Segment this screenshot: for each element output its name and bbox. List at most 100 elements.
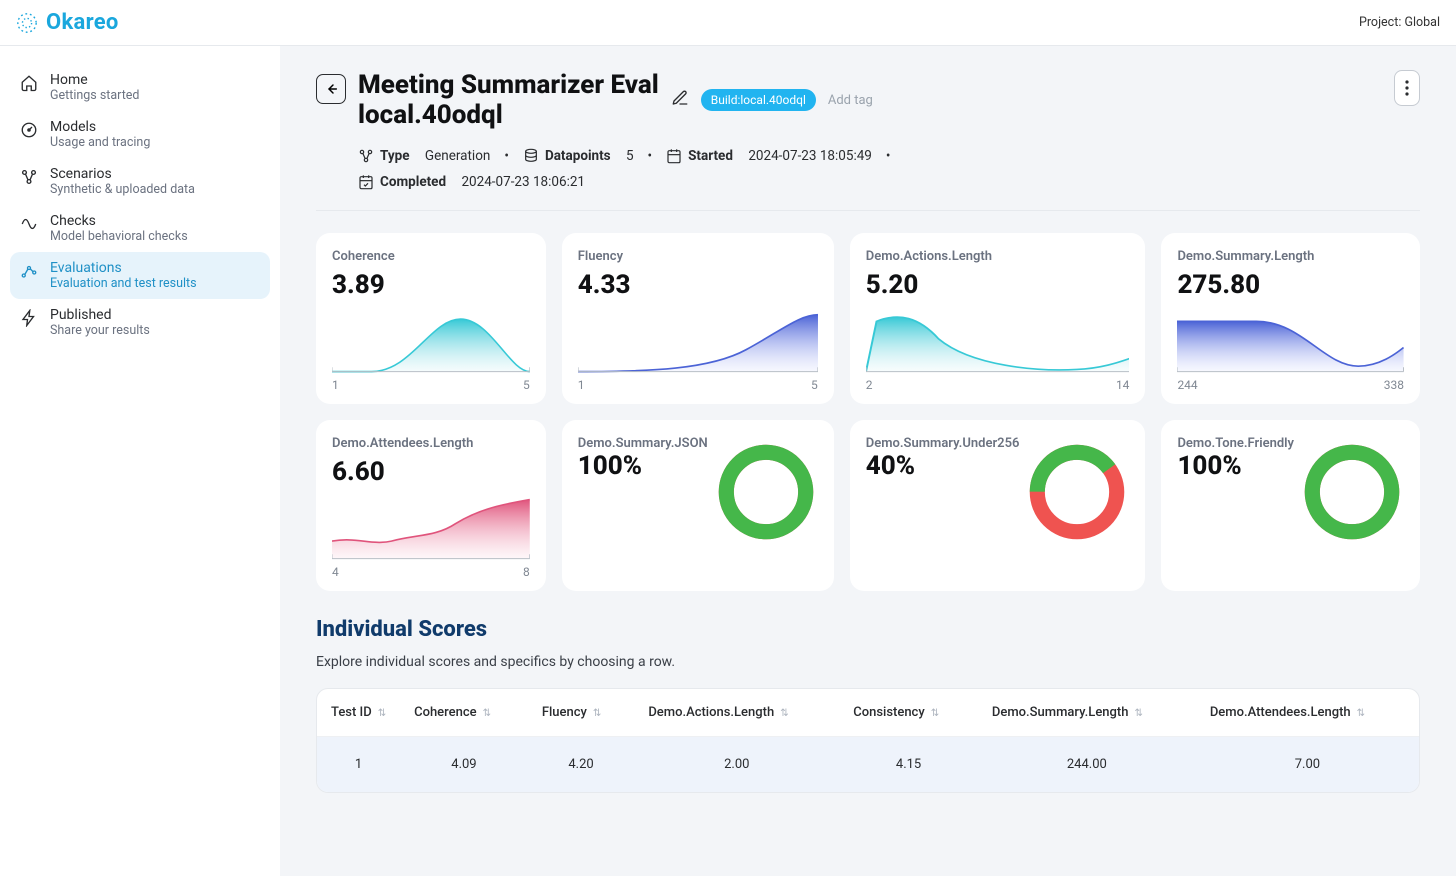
metric-card-value: 5.20 [866,270,1130,300]
column-header[interactable]: Test ID⇅ [317,689,400,737]
metric-card-actions-length[interactable]: Demo.Actions.Length 5.20 214 [850,233,1146,404]
sidebar-item-subtitle: Usage and tracing [50,135,150,150]
metric-card-attendees-length[interactable]: Demo.Attendees.Length 6.60 48 [316,420,546,591]
sort-icon: ⇅ [378,708,386,719]
metric-card-title: Demo.Tone.Friendly [1177,436,1294,451]
sort-icon: ⇅ [483,708,491,719]
table-cell: 1 [317,737,400,793]
metric-card-title: Coherence [332,249,530,264]
back-button[interactable] [316,74,346,104]
type-icon [358,148,374,164]
project-selector[interactable]: Project: Global [1359,15,1440,30]
table-cell: 4.20 [528,737,635,793]
meta-row: Type Generation • Datapoints 5 • [358,148,894,164]
page-title: Meeting Summarizer Eval local.40odql [358,70,659,130]
table-cell: 7.00 [1196,737,1419,793]
scores-table: Test ID⇅Coherence⇅Fluency⇅Demo.Actions.L… [316,688,1420,793]
brand-logo-icon [16,12,38,34]
sidebar-item-subtitle: Synthetic & uploaded data [50,182,195,197]
column-header[interactable]: Fluency⇅ [528,689,635,737]
sort-icon: ⇅ [593,708,601,719]
column-header[interactable]: Demo.Summary.Length⇅ [978,689,1196,737]
metric-card-title: Demo.Summary.Under256 [866,436,1020,451]
sidebar-item-evaluations[interactable]: EvaluationsEvaluation and test results [10,252,270,299]
add-tag-button[interactable]: Add tag [828,93,873,108]
sidebar-item-title: Checks [50,213,188,229]
sidebar-item-subtitle: Model behavioral checks [50,229,188,244]
edit-title-button[interactable] [671,89,689,111]
sidebar-item-models[interactable]: ModelsUsage and tracing [10,111,270,158]
build-tag-pill[interactable]: Build:local.40odql [701,89,816,111]
table-cell: 4.15 [839,737,978,793]
column-header[interactable]: Demo.Actions.Length⇅ [634,689,839,737]
column-header[interactable]: Consistency⇅ [839,689,978,737]
sidebar-item-checks[interactable]: ChecksModel behavioral checks [10,205,270,252]
metric-card-coherence[interactable]: Coherence 3.89 15 [316,233,546,404]
metric-card-tone-friendly[interactable]: Demo.Tone.Friendly100% [1161,420,1420,591]
metric-card-fluency[interactable]: Fluency 4.33 15 [562,233,834,404]
sort-icon: ⇅ [1357,708,1365,719]
metric-card-title: Demo.Summary.Length [1177,249,1404,264]
column-header[interactable]: Coherence⇅ [400,689,528,737]
meta-type: Type Generation [358,148,490,164]
branch-icon [20,168,38,186]
metric-card-value: 100% [578,451,708,481]
brand[interactable]: Okareo [16,10,119,35]
database-icon [523,148,539,164]
sort-icon: ⇅ [780,708,788,719]
donut-chart [1300,440,1404,548]
column-header[interactable]: Demo.Attendees.Length⇅ [1196,689,1419,737]
sidebar-item-title: Scenarios [50,166,195,182]
brand-name: Okareo [46,10,119,35]
metric-card-value: 100% [1177,451,1294,481]
sparkline-chart: 15 [332,306,530,392]
metric-card-value: 275.80 [1177,270,1404,300]
metric-card-value: 4.33 [578,270,818,300]
sidebar-item-subtitle: Share your results [50,323,150,338]
table-row[interactable]: 14.094.202.004.15244.007.00 [317,737,1419,793]
metric-card-value: 40% [866,451,1020,481]
sidebar-item-title: Home [50,72,139,88]
metric-card-value: 3.89 [332,270,530,300]
sidebar-item-title: Evaluations [50,260,197,276]
sidebar-item-subtitle: Gettings started [50,88,139,103]
sparkline-chart: 244338 [1177,306,1404,392]
graph-icon [20,262,38,280]
more-actions-button[interactable] [1394,70,1420,106]
sidebar-item-home[interactable]: HomeGettings started [10,64,270,111]
individual-scores-subtitle: Explore individual scores and specifics … [316,654,1420,670]
metric-card-summary-json[interactable]: Demo.Summary.JSON100% [562,420,834,591]
calendar-complete-icon [358,174,374,190]
sidebar-item-published[interactable]: PublishedShare your results [10,299,270,346]
table-cell: 4.09 [400,737,528,793]
wave-icon [20,215,38,233]
table-cell: 2.00 [634,737,839,793]
metric-card-title: Fluency [578,249,818,264]
metric-card-title: Demo.Attendees.Length [332,436,530,451]
page-header: Meeting Summarizer Eval local.40odql Bui… [316,70,1420,190]
sort-icon: ⇅ [931,708,939,719]
metric-card-value: 6.60 [332,457,530,487]
individual-scores-title: Individual Scores [316,617,1420,642]
calendar-start-icon [666,148,682,164]
sparkline-chart: 15 [578,306,818,392]
sparkline-chart: 48 [332,493,530,579]
metric-card-title: Demo.Actions.Length [866,249,1130,264]
donut-chart [714,440,818,548]
sidebar-item-title: Models [50,119,150,135]
sidebar-item-title: Published [50,307,150,323]
topbar: Okareo Project: Global [0,0,1456,46]
sidebar-item-subtitle: Evaluation and test results [50,276,197,291]
sidebar-item-scenarios[interactable]: ScenariosSynthetic & uploaded data [10,158,270,205]
sparkline-chart: 214 [866,306,1130,392]
metric-cards-grid: Coherence 3.89 15 Fluency 4.33 [316,233,1420,591]
sidebar: HomeGettings startedModelsUsage and trac… [0,46,280,876]
bolt-icon [20,309,38,327]
metric-card-title: Demo.Summary.JSON [578,436,708,451]
meta-completed: Completed 2024-07-23 18:06:21 [358,174,585,190]
meta-started: Started 2024-07-23 18:05:49 [666,148,872,164]
table-cell: 244.00 [978,737,1196,793]
main-content: Meeting Summarizer Eval local.40odql Bui… [280,46,1456,876]
metric-card-summary-under256[interactable]: Demo.Summary.Under25640% [850,420,1146,591]
metric-card-summary-length[interactable]: Demo.Summary.Length 275.80 244338 [1161,233,1420,404]
